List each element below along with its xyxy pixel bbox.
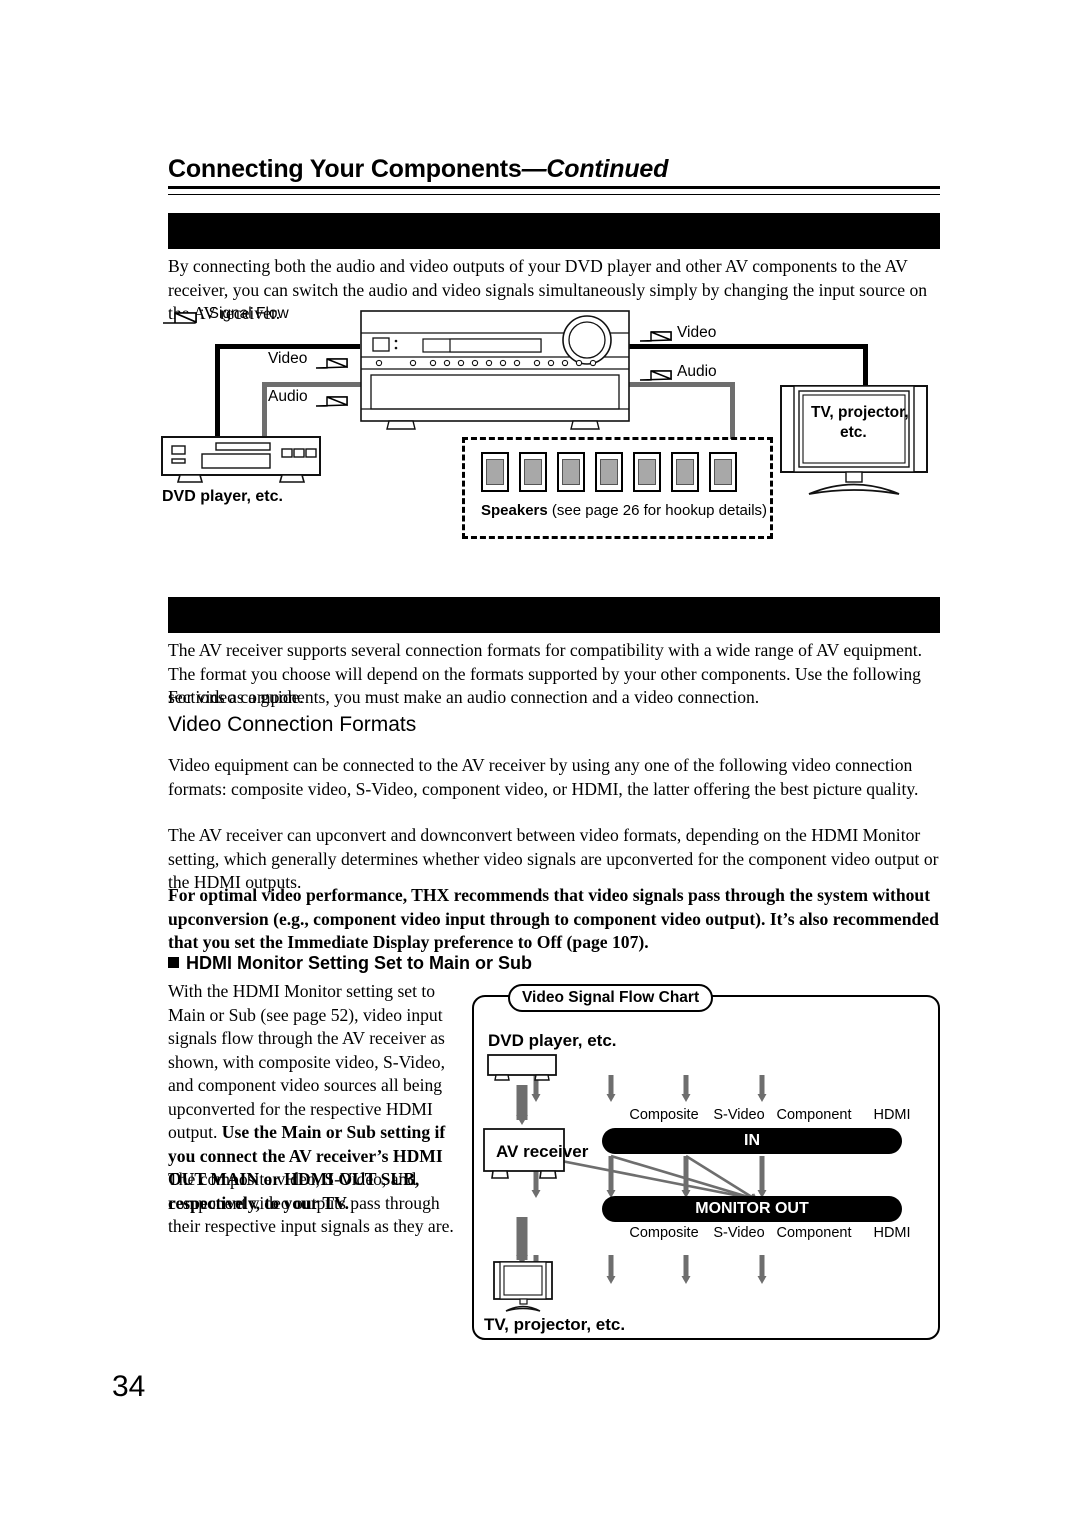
- audio-label-right: Audio: [677, 363, 717, 380]
- signal-flow-legend-label: : Signal Flow: [200, 305, 289, 322]
- speaker-icon: [557, 452, 585, 492]
- hdmi-monitor-paragraph-2: The composite video, S-Video, and compon…: [168, 1169, 454, 1236]
- bullet-square-icon: [168, 957, 179, 968]
- video-arrow-left-icon: [315, 358, 348, 369]
- in-bar: IN: [602, 1128, 902, 1154]
- speaker-icon: [709, 452, 737, 492]
- tv-label-line2: etc.: [840, 424, 867, 441]
- speaker-icon: [633, 452, 661, 492]
- video-label-left: Video: [268, 350, 308, 367]
- in-port-label-component: Component: [776, 1107, 852, 1123]
- formats-paragraph-3: Video equipment can be connected to the …: [168, 755, 919, 799]
- audio-cable-right-vertical: [730, 382, 735, 439]
- video-cable-right-horizontal: [625, 344, 868, 349]
- subheading-video-connection-formats: Video Connection Formats: [168, 713, 417, 736]
- in-port-label-hdmi: HDMI: [873, 1107, 911, 1123]
- in-port-label-svideo: S-Video: [713, 1107, 765, 1123]
- page-title: Connecting Your Components—Continued: [168, 155, 940, 184]
- heading-hdmi-monitor-setting-label: HDMI Monitor Setting Set to Main or Sub: [186, 953, 532, 973]
- speaker-icon: [671, 452, 699, 492]
- flow-sink-label: TV, projector, etc.: [484, 1315, 626, 1334]
- monitor-out-bar: MONITOR OUT: [602, 1196, 902, 1222]
- speaker-icon: [481, 452, 509, 492]
- out-port-label-svideo: S-Video: [713, 1225, 765, 1241]
- in-port-label-composite: Composite: [629, 1107, 699, 1123]
- video-cable-left-vertical: [215, 344, 220, 439]
- audio-cable-left-vertical: [262, 382, 267, 439]
- formats-paragraph-2: For video components, you must make an a…: [168, 687, 760, 707]
- video-arrow-right-icon: [639, 331, 672, 342]
- video-label-right: Video: [677, 324, 717, 341]
- speakers-group: Speakers (see page 26 for hookup details…: [462, 437, 773, 539]
- speakers-label-rest: (see page 26 for hookup details): [547, 502, 768, 519]
- document-page: Connecting Your Components—Continued By …: [0, 0, 1080, 1528]
- tv-label-line1: TV, projector,: [811, 404, 909, 421]
- speakers-label-bold: Speakers: [481, 502, 548, 519]
- out-port-label-composite: Composite: [629, 1225, 699, 1241]
- page-number: 34: [112, 1370, 146, 1403]
- dvd-player-illustration: [161, 436, 321, 483]
- flow-source-label: DVD player, etc.: [488, 1031, 617, 1050]
- signal-flow-icon: [163, 312, 197, 324]
- section-banner-1: [168, 213, 940, 249]
- video-signal-flow-chart: IN MONITOR OUT Composite S-Video Compone…: [472, 995, 940, 1340]
- flow-chart-title: Video Signal Flow Chart: [508, 984, 714, 1012]
- speaker-icon: [595, 452, 623, 492]
- audio-cable-right-horizontal: [625, 382, 735, 387]
- av-receiver-illustration: [360, 310, 630, 430]
- out-port-label-hdmi: HDMI: [873, 1225, 911, 1241]
- thx-recommendation-paragraph: For optimal video performance, THX recom…: [168, 885, 939, 952]
- dvd-player-label: DVD player, etc.: [162, 488, 283, 505]
- audio-arrow-right-icon: [639, 370, 672, 381]
- audio-arrow-left-icon: [315, 396, 348, 407]
- audio-label-left: Audio: [268, 388, 308, 405]
- page-title-continued: Continued: [546, 155, 669, 183]
- speaker-icon: [519, 452, 547, 492]
- speaker-row: [481, 452, 737, 497]
- section-banner-2: [168, 597, 940, 633]
- video-cable-left-horizontal: [215, 344, 360, 349]
- hookup-diagram: : Signal Flow Video Audio Video Audio DV…: [150, 300, 940, 550]
- heading-hdmi-monitor-setting: HDMI Monitor Setting Set to Main or Sub: [168, 953, 532, 974]
- page-title-main: Connecting Your Components: [168, 155, 522, 183]
- hdmi-monitor-paragraph-plain: With the HDMI Monitor setting set to Mai…: [168, 981, 445, 1142]
- header-rule: [168, 186, 940, 195]
- video-cable-right-vertical: [863, 344, 868, 386]
- out-port-label-component: Component: [776, 1225, 852, 1241]
- page-title-dash: —: [521, 155, 547, 183]
- audio-cable-left-horizontal: [262, 382, 362, 387]
- flow-device-label: AV receiver: [496, 1142, 589, 1161]
